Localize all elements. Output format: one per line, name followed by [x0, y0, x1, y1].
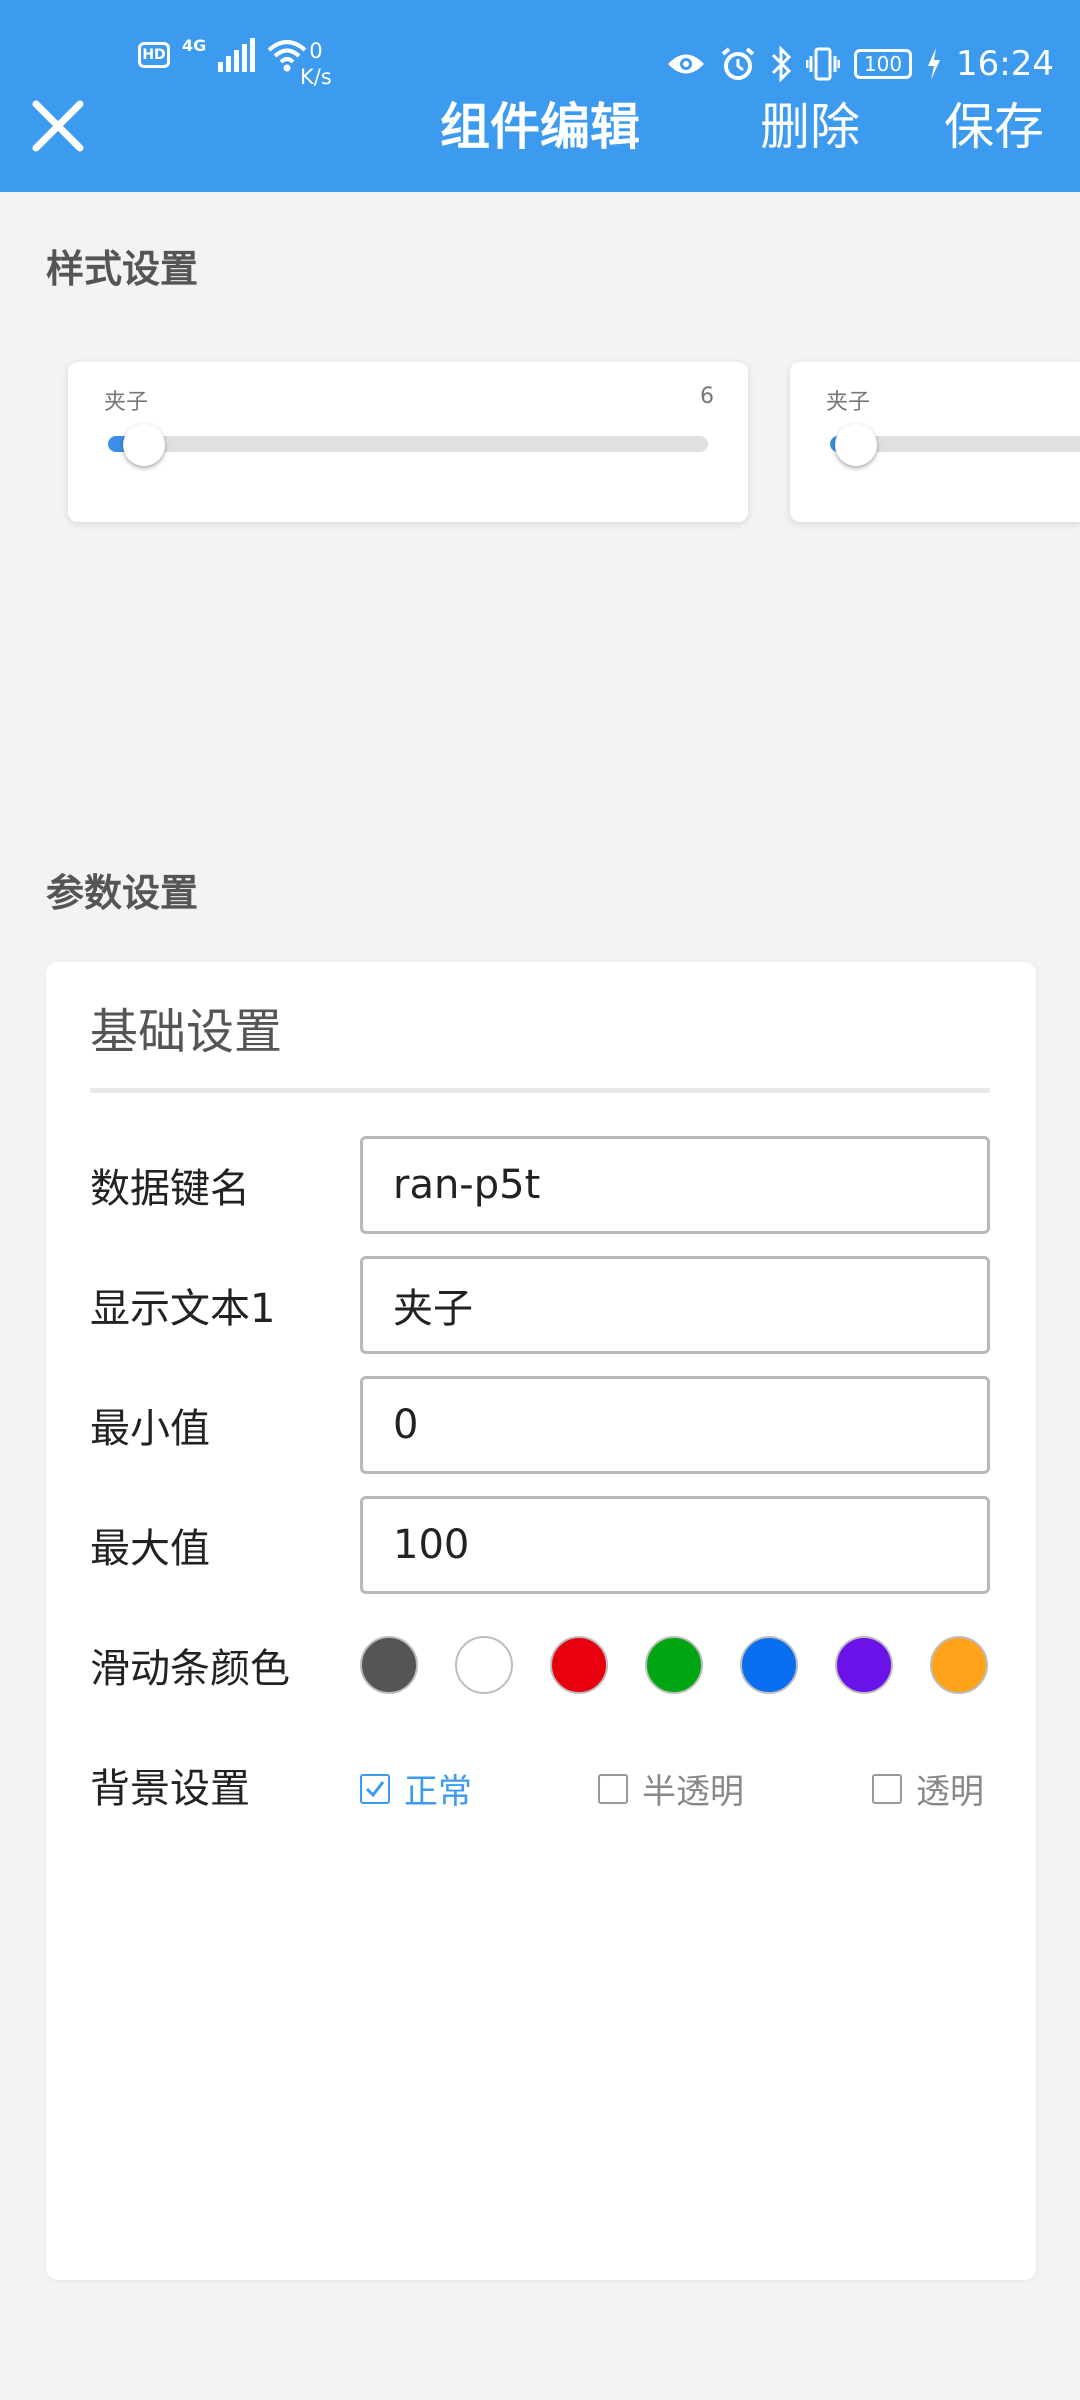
color-swatch-white[interactable]	[455, 1636, 513, 1694]
field-label-data-key: 数据键名	[90, 1166, 250, 1212]
slider-preview-card[interactable]: 夹子 6	[68, 362, 748, 522]
bg-option-label: 透明	[916, 1772, 984, 1812]
slider-color-label: 滑动条颜色	[90, 1646, 290, 1692]
slider-label: 夹子	[826, 390, 871, 415]
card-title: 基础设置	[90, 1004, 283, 1060]
slider-track[interactable]	[108, 436, 708, 452]
bg-option-transparent[interactable]: 透明	[872, 1764, 984, 1813]
slider-label: 夹子	[104, 390, 149, 415]
bluetooth-icon	[771, 46, 792, 82]
delete-button[interactable]: 删除	[760, 96, 860, 158]
status-right: 100 16:24	[666, 44, 1054, 84]
min-value-input[interactable]: 0	[360, 1376, 990, 1474]
status-bar: HD 4G 0 K/s 100 16:24	[0, 0, 1080, 90]
save-button[interactable]: 保存	[944, 96, 1044, 158]
clock: 16:24	[956, 44, 1054, 84]
slider-thumb[interactable]	[123, 424, 165, 466]
color-swatch-red[interactable]	[550, 1636, 608, 1694]
style-section-title: 样式设置	[46, 247, 199, 291]
slider-preview-card-2[interactable]: 夹子	[790, 362, 1080, 522]
max-value-input[interactable]: 100	[360, 1496, 990, 1594]
bg-option-label: 正常	[404, 1772, 472, 1812]
param-section-title: 参数设置	[46, 871, 199, 915]
slider-value: 6	[700, 384, 714, 409]
color-swatch-blue[interactable]	[740, 1636, 798, 1694]
background-setting-label: 背景设置	[90, 1766, 250, 1812]
color-swatch-purple[interactable]	[835, 1636, 893, 1694]
checkbox-icon	[872, 1773, 902, 1804]
network-speed: 0 K/s	[300, 38, 332, 90]
alarm-icon	[721, 47, 755, 80]
checkbox-icon	[598, 1773, 628, 1804]
slider-thumb[interactable]	[835, 424, 877, 466]
charging-icon	[928, 48, 941, 80]
color-swatch-green[interactable]	[645, 1636, 703, 1694]
color-swatch-orange[interactable]	[930, 1636, 988, 1694]
field-label-display-text: 显示文本1	[90, 1286, 276, 1332]
page-title: 组件编辑	[440, 98, 640, 156]
network-type: 4G	[182, 35, 207, 55]
field-label-max: 最大值	[90, 1526, 210, 1572]
hd-badge: HD	[138, 42, 170, 68]
data-key-input[interactable]: ran-p5t	[360, 1136, 990, 1234]
display-text-input[interactable]: 夹子	[360, 1256, 990, 1354]
app-bar: HD 4G 0 K/s 100 16:24 组件编辑 删除 保存	[0, 0, 1080, 192]
bg-option-label: 半透明	[642, 1772, 744, 1812]
battery-icon: 100	[854, 49, 913, 79]
speed-value: 0	[309, 39, 323, 63]
checkbox-checked-icon	[360, 1773, 390, 1804]
status-left: HD 4G	[138, 35, 307, 72]
divider	[90, 1088, 990, 1093]
color-swatch-dark-gray[interactable]	[360, 1636, 418, 1694]
vibrate-icon	[806, 47, 841, 81]
bg-option-semi-transparent[interactable]: 半透明	[598, 1764, 744, 1813]
basic-settings-card: 基础设置 数据键名 ran-p5t 显示文本1 夹子 最小值 0 最大值 100…	[46, 962, 1036, 2280]
field-label-min: 最小值	[90, 1406, 210, 1452]
bg-option-normal[interactable]: 正常	[360, 1764, 472, 1813]
speed-unit: K/s	[300, 65, 332, 89]
eye-icon	[668, 54, 705, 74]
signal-icon	[218, 38, 256, 72]
